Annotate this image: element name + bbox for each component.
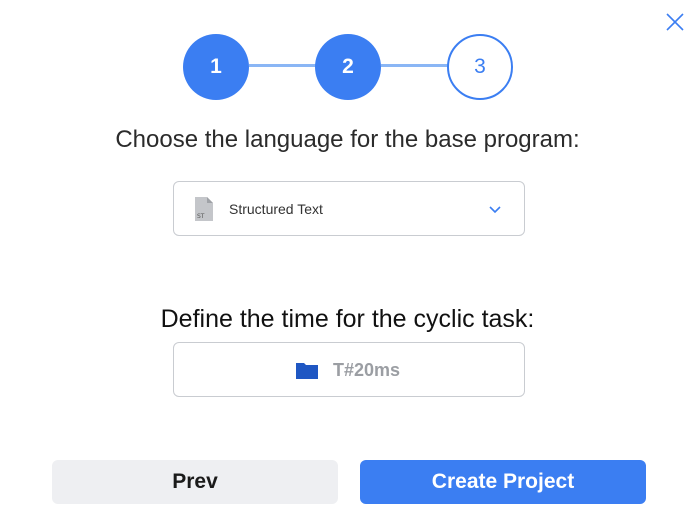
step-3[interactable]: 3 — [447, 34, 513, 100]
st-file-icon: ST — [193, 195, 215, 223]
cyclic-time-value: T#20ms — [333, 360, 401, 380]
create-project-button[interactable]: Create Project — [360, 460, 646, 504]
step-connector — [249, 64, 317, 67]
folder-icon — [296, 362, 318, 379]
language-selected-value: Structured Text — [229, 201, 323, 217]
chevron-down-icon — [487, 201, 503, 217]
wizard-stepper: 1 2 3 — [0, 0, 695, 100]
step-connector — [381, 64, 449, 67]
language-prompt: Choose the language for the base program… — [115, 126, 580, 153]
language-select[interactable]: ST Structured Text — [173, 181, 525, 236]
step-1[interactable]: 1 — [183, 34, 249, 100]
cyclic-time-input[interactable]: T#20ms — [173, 342, 525, 397]
svg-text:ST: ST — [197, 213, 205, 220]
prev-button[interactable]: Prev — [52, 460, 338, 504]
step-2[interactable]: 2 — [315, 34, 381, 100]
cyclic-task-prompt: Define the time for the cyclic task: — [160, 305, 535, 333]
